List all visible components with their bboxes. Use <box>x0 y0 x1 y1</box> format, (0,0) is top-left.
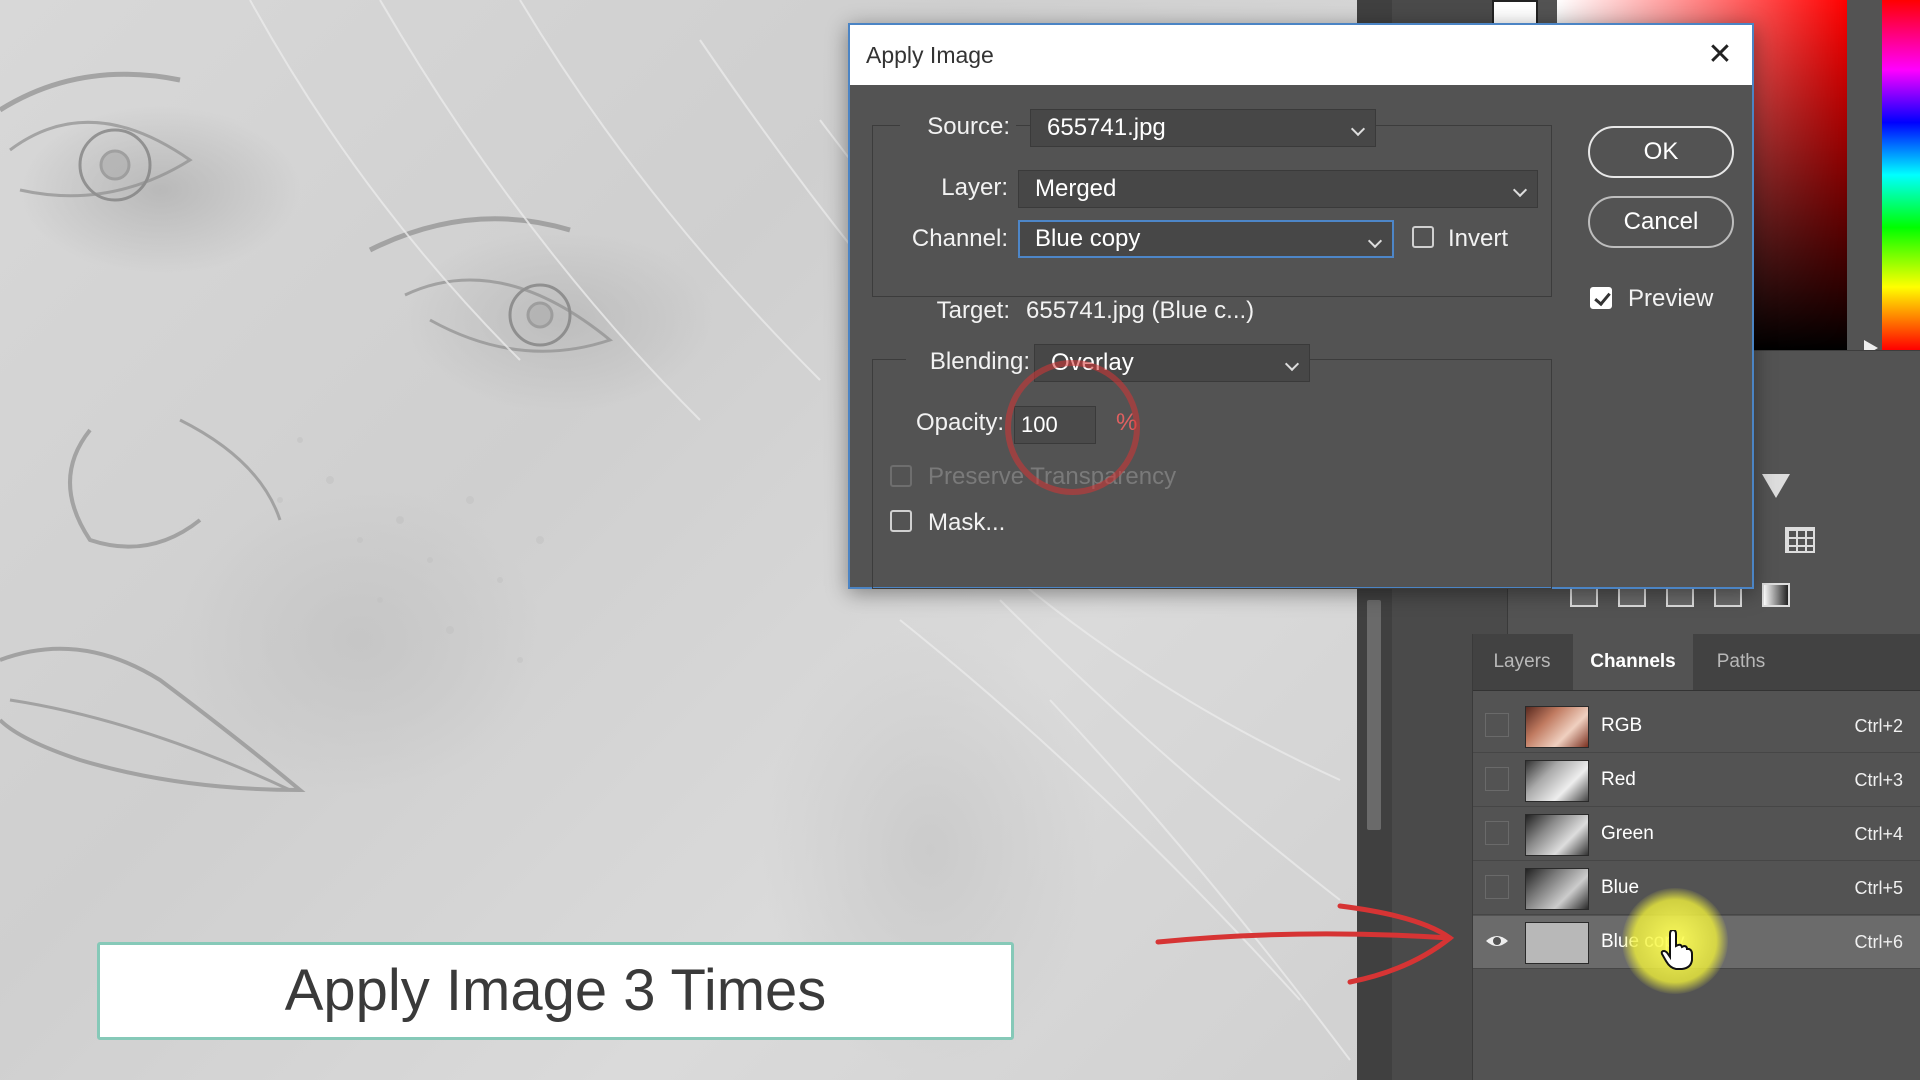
channel-thumbnail <box>1525 868 1589 910</box>
channel-value: Blue copy <box>1035 225 1141 252</box>
channels-panel: Layers Channels Paths RGB Ctrl+2 Red Ctr… <box>1472 634 1920 1080</box>
invert-label: Invert <box>1448 225 1509 252</box>
tab-channels[interactable]: Channels <box>1573 634 1693 690</box>
visibility-toggle[interactable] <box>1485 767 1509 791</box>
chevron-down-icon <box>1284 356 1300 372</box>
filter-icon[interactable] <box>1762 474 1790 498</box>
mask-label: Mask... <box>928 509 1006 536</box>
channel-thumbnail <box>1525 760 1589 802</box>
channel-shortcut: Ctrl+4 <box>1854 824 1903 844</box>
layer-label: Layer: <box>941 174 1008 201</box>
target-value: 655741.jpg (Blue c...) <box>1026 297 1255 324</box>
preview-checkbox[interactable] <box>1590 287 1612 309</box>
chevron-down-icon <box>1367 233 1383 249</box>
gradient-map-adjustment-icon[interactable] <box>1762 583 1790 607</box>
invert-checkbox[interactable] <box>1412 226 1434 248</box>
visibility-toggle[interactable] <box>1485 821 1509 845</box>
preserve-transparency-checkbox[interactable] <box>890 465 912 487</box>
blending-label: Blending: <box>906 348 1036 376</box>
channel-shortcut: Ctrl+6 <box>1854 932 1903 952</box>
channel-shortcut: Ctrl+2 <box>1854 716 1903 736</box>
source-value: 655741.jpg <box>1047 114 1166 141</box>
chevron-down-icon <box>1512 182 1528 198</box>
channel-row-rgb[interactable]: RGB Ctrl+2 <box>1473 700 1920 753</box>
annotation-circle <box>1005 360 1140 495</box>
channel-shortcut: Ctrl+3 <box>1854 770 1903 790</box>
hue-slider[interactable] <box>1882 0 1920 350</box>
opacity-label: Opacity: <box>915 409 1004 436</box>
source-dropdown[interactable]: 655741.jpg <box>1030 109 1376 147</box>
channel-shortcut: Ctrl+5 <box>1854 878 1903 898</box>
panel-tab-bar: Layers Channels Paths <box>1473 634 1920 691</box>
annotation-arrow <box>1155 903 1455 985</box>
channel-dropdown[interactable]: Blue copy <box>1018 220 1394 258</box>
dialog-title: Apply Image <box>866 42 994 68</box>
layer-dropdown[interactable]: Merged <box>1018 170 1538 208</box>
ok-button[interactable]: OK <box>1588 126 1734 178</box>
channel-row-green[interactable]: Green Ctrl+4 <box>1473 808 1920 861</box>
channel-thumbnail <box>1525 814 1589 856</box>
channel-name: Red <box>1601 769 1636 790</box>
canvas-scrollbar-thumb[interactable] <box>1367 600 1381 830</box>
tab-paths[interactable]: Paths <box>1695 634 1787 690</box>
target-label: Target: <box>936 297 1010 324</box>
visibility-toggle[interactable] <box>1485 875 1509 899</box>
channel-label: Channel: <box>911 225 1008 252</box>
layer-value: Merged <box>1035 175 1117 202</box>
cancel-button[interactable]: Cancel <box>1588 196 1734 248</box>
preview-label: Preview <box>1628 285 1714 312</box>
chevron-down-icon <box>1350 121 1366 137</box>
dialog-titlebar[interactable]: Apply Image ✕ <box>850 25 1752 85</box>
channel-thumbnail <box>1525 706 1589 748</box>
visibility-toggle[interactable] <box>1485 713 1509 737</box>
channel-name: Green <box>1601 823 1654 844</box>
source-label: Source: <box>900 113 1016 141</box>
grid-icon[interactable] <box>1785 527 1815 553</box>
tab-layers[interactable]: Layers <box>1473 634 1571 690</box>
tutorial-caption: Apply Image 3 Times <box>97 942 1014 1040</box>
channel-name: RGB <box>1601 715 1643 736</box>
apply-image-dialog: Apply Image ✕ Source: 655741.jpg Layer: … <box>848 23 1754 589</box>
hand-cursor-icon <box>1660 930 1693 970</box>
channel-row-red[interactable]: Red Ctrl+3 <box>1473 754 1920 807</box>
mask-checkbox[interactable] <box>890 510 912 532</box>
eye-icon[interactable] <box>1485 929 1509 953</box>
close-icon[interactable]: ✕ <box>1702 37 1738 73</box>
source-group <box>872 125 1552 297</box>
channel-thumbnail <box>1525 922 1589 964</box>
